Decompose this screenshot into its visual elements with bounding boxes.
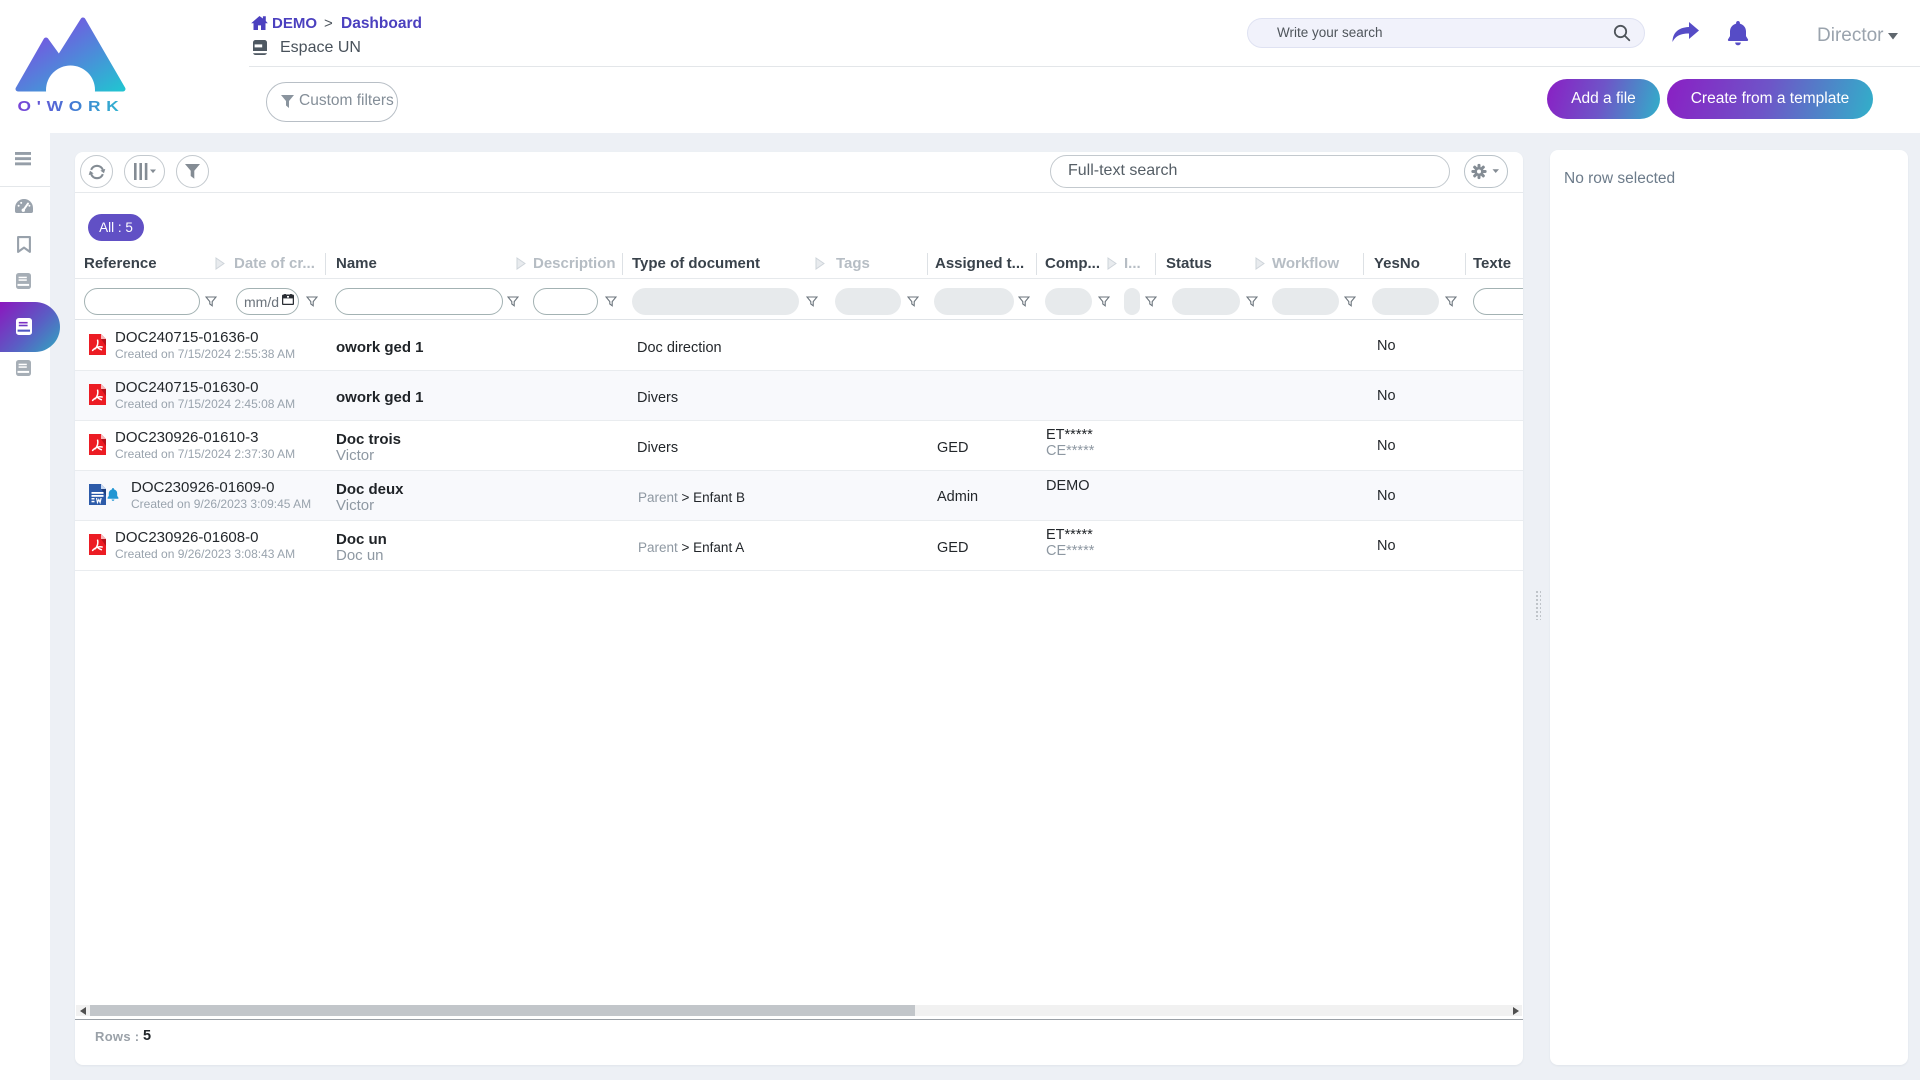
svg-text:O'WORK: O'WORK: [18, 98, 125, 115]
